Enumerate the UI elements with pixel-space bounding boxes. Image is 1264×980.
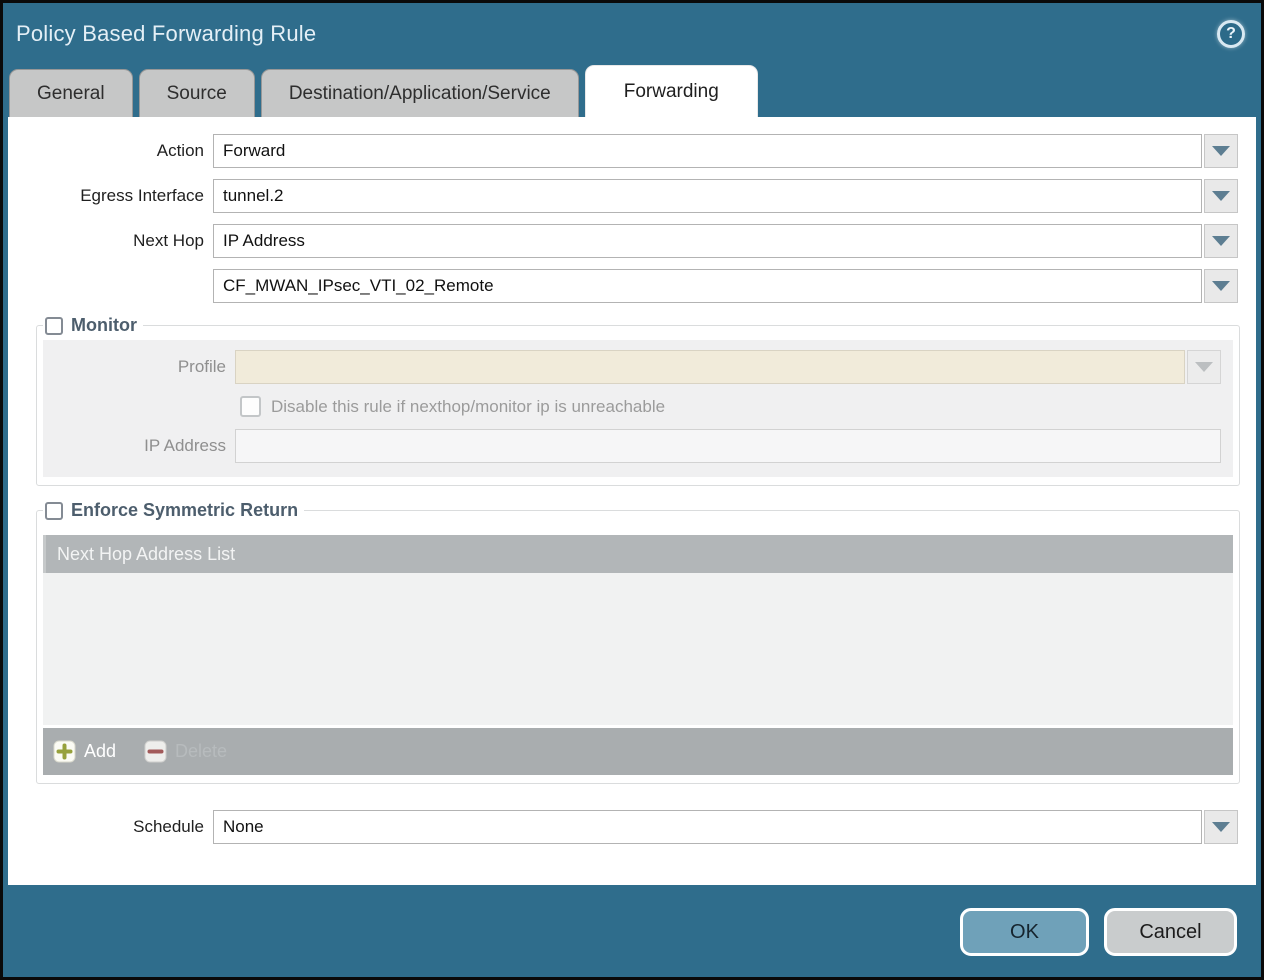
add-button[interactable]: Add [53,740,116,763]
symmetric-return-legend-label: Enforce Symmetric Return [71,500,298,521]
egress-interface-dropdown-button[interactable] [1204,179,1238,213]
schedule-row: Schedule None [8,810,1256,844]
policy-based-forwarding-dialog: Policy Based Forwarding Rule ? General S… [0,0,1264,980]
delete-button-label: Delete [175,741,227,762]
dialog-titlebar: Policy Based Forwarding Rule ? [3,3,1261,65]
monitor-legend: Monitor [43,315,143,336]
cancel-button[interactable]: Cancel [1104,908,1237,956]
help-icon[interactable]: ? [1217,20,1245,48]
disable-rule-row: Disable this rule if nexthop/monitor ip … [240,396,1233,417]
profile-field [235,350,1185,384]
monitor-ip-address-row: IP Address [43,429,1233,463]
add-button-label: Add [84,741,116,762]
chevron-down-icon [1212,822,1230,832]
next-hop-combo: IP Address [213,224,1238,258]
chevron-down-icon [1212,281,1230,291]
profile-label: Profile [43,357,235,377]
enforce-symmetric-return-checkbox[interactable] [45,502,63,520]
profile-dropdown-button [1187,350,1221,384]
chevron-down-icon [1212,191,1230,201]
next-hop-address-dropdown-button[interactable] [1204,269,1238,303]
next-hop-address-list-body[interactable] [43,573,1233,725]
schedule-field[interactable]: None [213,810,1202,844]
ok-button[interactable]: OK [960,908,1089,956]
next-hop-address-list-toolbar: Add Delete [43,728,1233,775]
schedule-dropdown-button[interactable] [1204,810,1238,844]
disable-rule-label: Disable this rule if nexthop/monitor ip … [271,397,665,417]
monitor-checkbox[interactable] [45,317,63,335]
action-label: Action [8,141,213,161]
symmetric-return-section: Enforce Symmetric Return Next Hop Addres… [36,500,1240,784]
dialog-footer: OK Cancel [3,885,1261,977]
egress-interface-field[interactable]: tunnel.2 [213,179,1202,213]
profile-row: Profile [43,350,1233,384]
plus-icon [53,740,76,763]
schedule-combo: None [213,810,1238,844]
monitor-legend-label: Monitor [71,315,137,336]
next-hop-address-field[interactable]: CF_MWAN_IPsec_VTI_02_Remote [213,269,1202,303]
tab-bar: General Source Destination/Application/S… [3,65,1261,117]
tab-source[interactable]: Source [139,69,255,117]
forwarding-tab-panel: Action Forward Egress Interface tunnel.2… [8,117,1256,885]
next-hop-address-list-table: Next Hop Address List Add [43,535,1233,775]
chevron-down-icon [1195,362,1213,372]
egress-interface-row: Egress Interface tunnel.2 [8,179,1256,213]
next-hop-address-row: CF_MWAN_IPsec_VTI_02_Remote [8,269,1256,303]
action-combo: Forward [213,134,1238,168]
monitor-section: Monitor Profile Disable this rule if nex… [36,315,1240,486]
egress-interface-combo: tunnel.2 [213,179,1238,213]
next-hop-label: Next Hop [8,231,213,251]
monitor-panel: Profile Disable this rule if nexthop/mon… [43,340,1233,477]
schedule-label: Schedule [8,817,213,837]
next-hop-address-combo: CF_MWAN_IPsec_VTI_02_Remote [213,269,1238,303]
profile-combo [235,350,1221,384]
next-hop-row: Next Hop IP Address [8,224,1256,258]
action-field[interactable]: Forward [213,134,1202,168]
monitor-ip-address-field [235,429,1221,463]
next-hop-address-list-header: Next Hop Address List [43,535,1233,573]
next-hop-field[interactable]: IP Address [213,224,1202,258]
chevron-down-icon [1212,146,1230,156]
monitor-ip-address-label: IP Address [43,436,235,456]
tab-destination-application-service[interactable]: Destination/Application/Service [261,69,579,117]
symmetric-return-legend: Enforce Symmetric Return [43,500,304,521]
dialog-title: Policy Based Forwarding Rule [16,21,316,47]
tab-forwarding[interactable]: Forwarding [585,65,758,117]
chevron-down-icon [1212,236,1230,246]
delete-button: Delete [144,740,227,763]
next-hop-dropdown-button[interactable] [1204,224,1238,258]
action-row: Action Forward [8,134,1256,168]
tab-general[interactable]: General [9,69,133,117]
egress-interface-label: Egress Interface [8,186,213,206]
disable-rule-checkbox [240,396,261,417]
action-dropdown-button[interactable] [1204,134,1238,168]
minus-icon [144,740,167,763]
